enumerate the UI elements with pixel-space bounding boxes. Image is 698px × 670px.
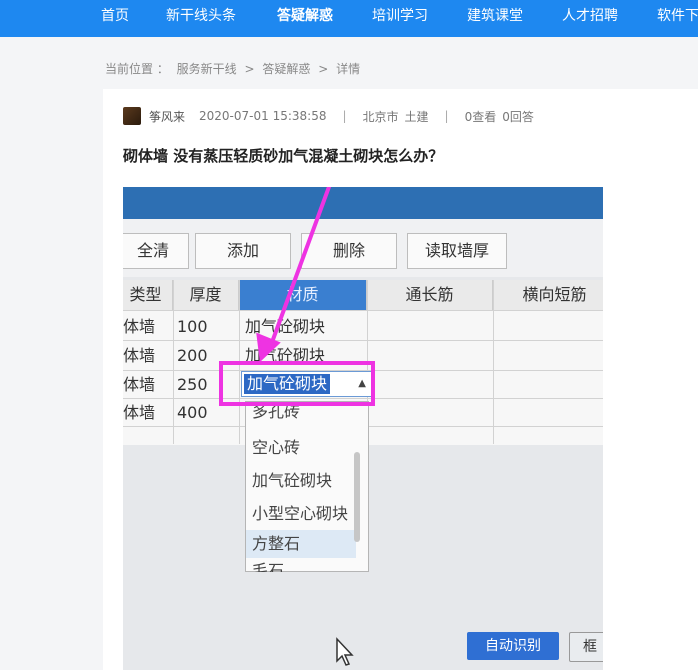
breadcrumb-current: 详情 [336,62,361,76]
breadcrumb-separator: > [244,62,255,76]
breadcrumb-link-qa[interactable]: 答疑解惑 [262,62,310,76]
top-nav: 首页 新干线头条 答疑解惑 培训学习 建筑课堂 人才招聘 软件下 [0,0,698,37]
question-card: 筝风来 2020-07-01 15:38:58 | 北京市 土建 | 0查看 0… [103,89,698,670]
breadcrumb: 当前位置 ： 服务新干线 > 答疑解惑 > 详情 [105,60,364,77]
nav-item-qa[interactable]: 答疑解惑 [277,0,333,37]
meta-separator: | [342,109,347,123]
nav-item-jobs[interactable]: 人才招聘 [562,0,618,37]
meta-separator: | [444,109,449,123]
breadcrumb-link-service[interactable]: 服务新干线 [177,62,237,76]
question-meta: 筝风来 2020-07-01 15:38:58 | 北京市 土建 | 0查看 0… [123,107,534,125]
nav-item-classroom[interactable]: 建筑课堂 [467,0,523,37]
nav-item-training[interactable]: 培训学习 [372,0,428,37]
question-attachment-image[interactable]: 全清 添加 删除 读取墙厚 类型 厚度 材质 通长筋 横向短筋 体墙 100 加… [123,187,603,670]
post-datetime: 2020-07-01 15:38:58 [199,109,327,123]
location: 北京市 [362,109,399,124]
nav-item-home[interactable]: 首页 [101,0,129,37]
avatar[interactable] [123,107,141,125]
breadcrumb-prefix: 当前位置 ： [105,62,169,76]
annotation-arrow-icon [256,187,332,363]
nav-item-software[interactable]: 软件下 [657,0,698,37]
view-count: 0查看 [464,109,497,124]
author-name[interactable]: 筝风来 [149,108,185,125]
question-title: 砌体墙 没有蒸压轻质砂加气混凝土砌块怎么办？ [123,147,444,165]
category-tag: 土建 [404,109,429,124]
answer-count: 0回答 [502,109,534,124]
breadcrumb-separator: > [318,62,329,76]
nav-item-headlines[interactable]: 新干线头条 [166,0,236,37]
